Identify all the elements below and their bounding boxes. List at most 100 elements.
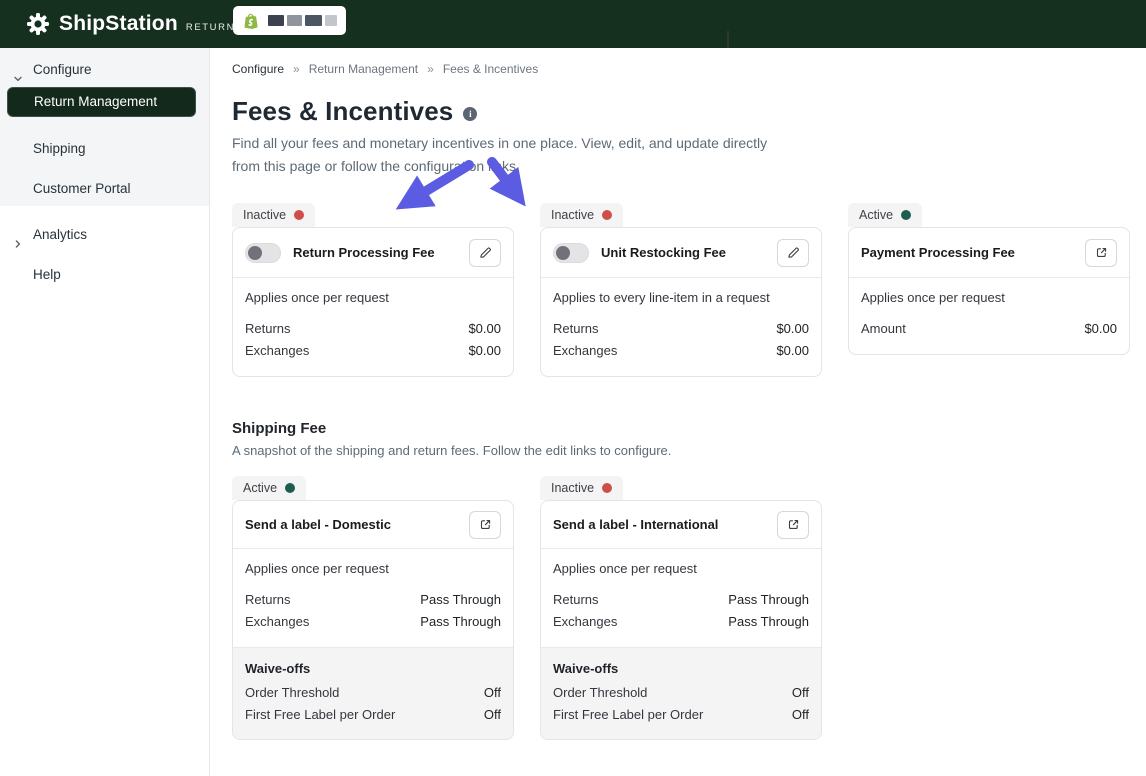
inactive-dot-icon xyxy=(602,483,612,493)
fee-label: Returns xyxy=(553,589,599,611)
waive-off-value: Off xyxy=(484,704,501,726)
redacted-store-name xyxy=(287,15,302,26)
fee-label: Amount xyxy=(861,318,906,340)
waive-offs-panel: Waive-offs Order Threshold Off First Fre… xyxy=(541,647,821,739)
sidebar-item-analytics[interactable]: Analytics xyxy=(0,220,209,250)
fee-value: Pass Through xyxy=(728,611,809,633)
breadcrumb-configure[interactable]: Configure xyxy=(232,62,284,76)
edit-button[interactable] xyxy=(469,239,501,267)
waive-off-value: Off xyxy=(792,704,809,726)
sidebar-item-label: Configure xyxy=(33,55,92,85)
page-title: Fees & Incentives xyxy=(232,96,453,127)
external-link-button[interactable] xyxy=(1085,239,1117,267)
inactive-dot-icon xyxy=(294,210,304,220)
sidebar-item-label: Analytics xyxy=(33,220,87,250)
status-label: Active xyxy=(859,208,893,222)
waive-offs-panel: Waive-offs Order Threshold Off First Fre… xyxy=(233,647,513,739)
card-title: Return Processing Fee xyxy=(293,245,435,260)
main-content: Configure » Return Management » Fees & I… xyxy=(211,48,1146,776)
applies-text: Applies once per request xyxy=(245,290,501,305)
fee-row: Returns Pass Through xyxy=(245,589,501,611)
breadcrumb-separator: » xyxy=(293,62,300,76)
return-processing-fee-toggle[interactable] xyxy=(245,243,281,263)
status-label: Active xyxy=(243,481,277,495)
sidebar-item-configure[interactable]: Configure xyxy=(0,55,209,85)
fee-value: $0.00 xyxy=(468,340,501,362)
fee-value: Pass Through xyxy=(420,589,501,611)
redacted-store-name xyxy=(268,15,284,26)
shopify-icon xyxy=(242,12,260,30)
waive-off-label: Order Threshold xyxy=(553,682,647,704)
fee-value: Pass Through xyxy=(728,589,809,611)
sidebar-item-shipping[interactable]: Shipping xyxy=(0,134,209,164)
waive-off-row: First Free Label per Order Off xyxy=(553,704,809,726)
applies-text: Applies once per request xyxy=(861,290,1117,305)
status-badge: Inactive xyxy=(540,476,623,500)
card-title: Send a label - International xyxy=(553,517,718,532)
shipping-card-domestic: Active Send a label - Domestic Applies o… xyxy=(232,476,514,740)
status-badge: Inactive xyxy=(232,203,315,227)
shipping-cards-row: Active Send a label - Domestic Applies o… xyxy=(232,476,822,740)
fee-row: Exchanges Pass Through xyxy=(245,611,501,633)
app-root: ShipStation RETURNS Configure xyxy=(0,0,1146,776)
fee-row: Returns Pass Through xyxy=(553,589,809,611)
fee-row: Returns $0.00 xyxy=(245,318,501,340)
status-label: Inactive xyxy=(551,208,594,222)
fee-label: Exchanges xyxy=(553,611,617,633)
fee-row: Exchanges $0.00 xyxy=(245,340,501,362)
gear-logo-icon xyxy=(26,12,50,36)
waive-off-label: First Free Label per Order xyxy=(245,704,395,726)
waive-off-value: Off xyxy=(484,682,501,704)
unit-restocking-fee-toggle[interactable] xyxy=(553,243,589,263)
external-link-button[interactable] xyxy=(777,511,809,539)
fee-row: Returns $0.00 xyxy=(553,318,809,340)
active-dot-icon xyxy=(901,210,911,220)
status-label: Inactive xyxy=(243,208,286,222)
sidebar-item-label: Return Management xyxy=(34,94,157,109)
sidebar-item-return-management[interactable]: Return Management xyxy=(7,87,196,117)
sidebar-item-label: Customer Portal xyxy=(33,174,131,204)
edit-button[interactable] xyxy=(777,239,809,267)
fee-row: Amount $0.00 xyxy=(861,318,1117,340)
fee-label: Exchanges xyxy=(245,611,309,633)
card-title: Unit Restocking Fee xyxy=(601,245,726,260)
waive-off-row: First Free Label per Order Off xyxy=(245,704,501,726)
fee-cards-row: Inactive Return Processing Fee Applies o… xyxy=(232,203,1130,377)
fee-value: $0.00 xyxy=(776,340,809,362)
store-badge[interactable] xyxy=(233,6,346,35)
sidebar-item-help[interactable]: Help xyxy=(0,260,209,290)
fee-card-payment-processing: Active Payment Processing Fee Applies on… xyxy=(848,203,1130,377)
fee-card-return-processing: Inactive Return Processing Fee Applies o… xyxy=(232,203,514,377)
sidebar-item-label: Shipping xyxy=(33,134,86,164)
fee-label: Returns xyxy=(553,318,599,340)
waive-off-label: First Free Label per Order xyxy=(553,704,703,726)
fee-value: $0.00 xyxy=(776,318,809,340)
status-badge: Active xyxy=(232,476,306,500)
status-label: Inactive xyxy=(551,481,594,495)
fee-value: $0.00 xyxy=(1084,318,1117,340)
applies-text: Applies once per request xyxy=(553,561,809,576)
topbar: ShipStation RETURNS xyxy=(0,0,1146,48)
redacted-store-name xyxy=(305,15,322,26)
fee-label: Returns xyxy=(245,318,291,340)
sidebar-item-customer-portal[interactable]: Customer Portal xyxy=(0,174,209,204)
external-link-button[interactable] xyxy=(469,511,501,539)
fee-label: Exchanges xyxy=(245,340,309,362)
waive-off-value: Off xyxy=(792,682,809,704)
shipstation-logo: ShipStation RETURNS xyxy=(26,0,243,48)
sidebar: Configure Return Management Shipping Cus… xyxy=(0,48,210,776)
active-dot-icon xyxy=(285,483,295,493)
shipping-card-international: Inactive Send a label - International Ap… xyxy=(540,476,822,740)
sidebar-item-label: Help xyxy=(33,260,61,290)
fee-label: Exchanges xyxy=(553,340,617,362)
inactive-dot-icon xyxy=(602,210,612,220)
fee-value: Pass Through xyxy=(420,611,501,633)
breadcrumb-fees-incentives[interactable]: Fees & Incentives xyxy=(443,62,538,76)
applies-text: Applies once per request xyxy=(245,561,501,576)
card-title: Send a label - Domestic xyxy=(245,517,391,532)
waive-offs-title: Waive-offs xyxy=(245,658,501,680)
info-icon[interactable]: i xyxy=(463,107,477,121)
breadcrumb-return-management[interactable]: Return Management xyxy=(309,62,418,76)
breadcrumb: Configure » Return Management » Fees & I… xyxy=(232,62,538,76)
card-title: Payment Processing Fee xyxy=(861,245,1015,260)
